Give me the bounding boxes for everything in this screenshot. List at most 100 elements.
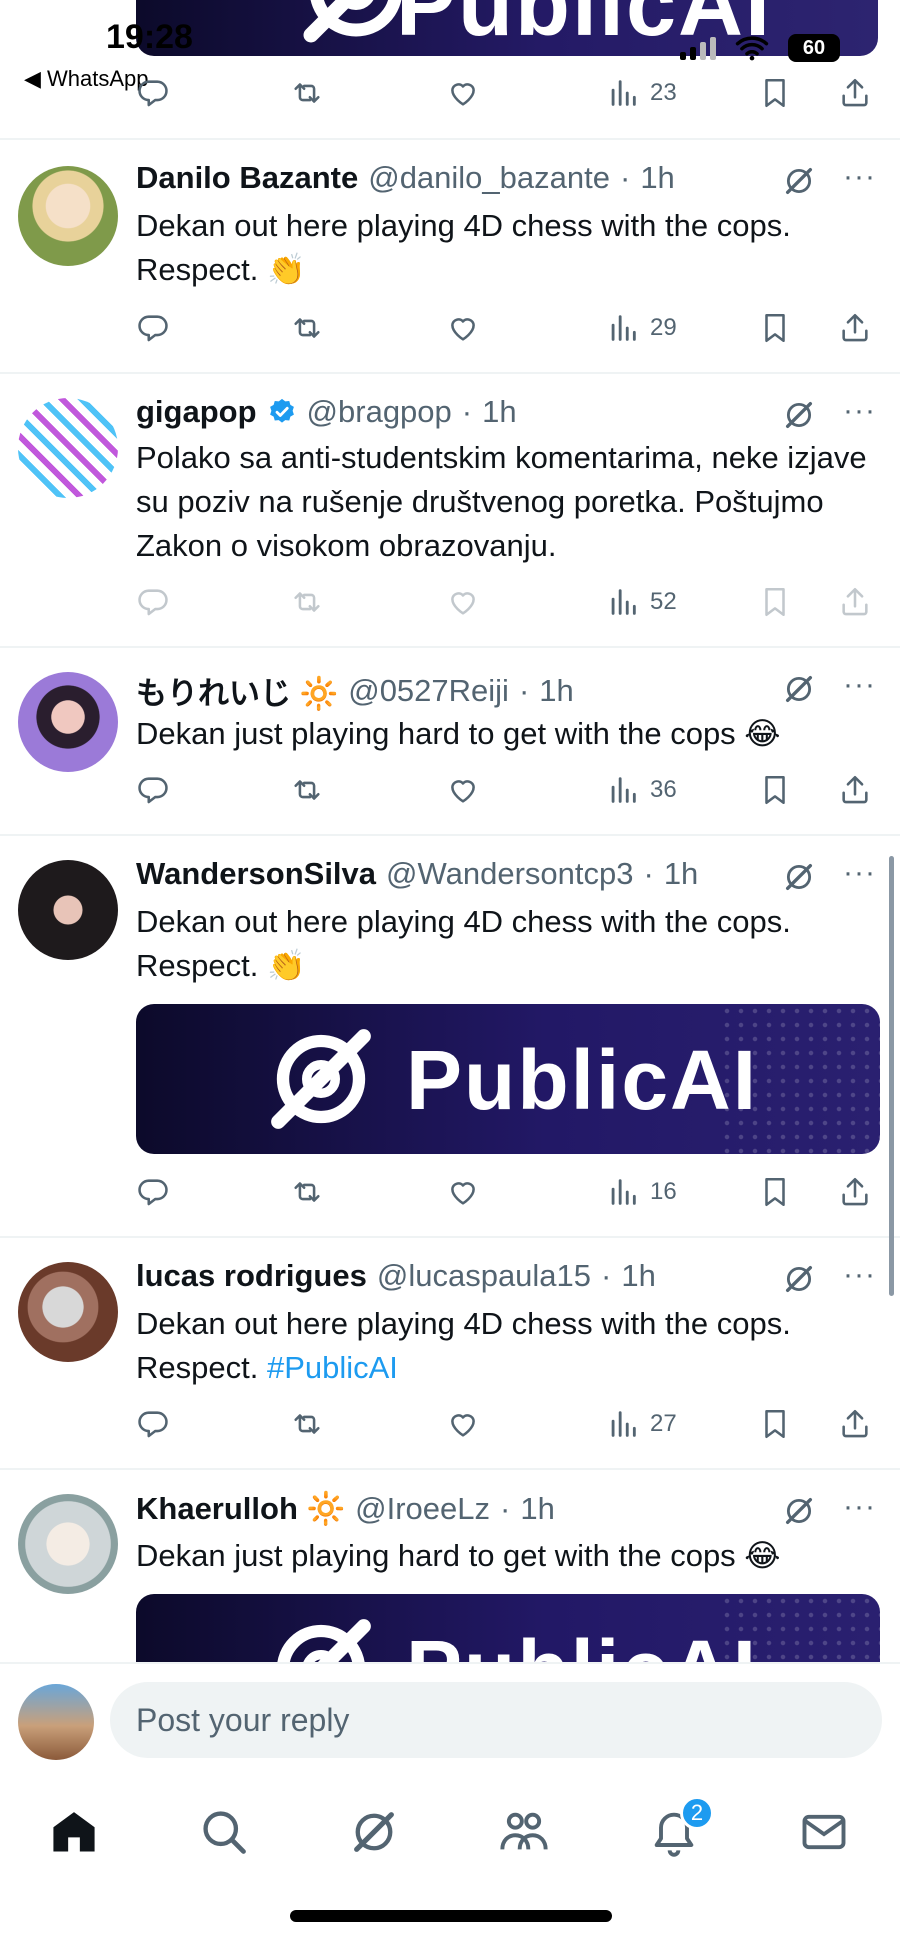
avatar[interactable]	[18, 1262, 118, 1362]
author-name[interactable]: WandersonSilva	[136, 856, 376, 892]
scrollbar[interactable]	[889, 856, 894, 1296]
retweet-button[interactable]	[290, 311, 324, 345]
hashtag-link[interactable]: #PublicAI	[267, 1350, 398, 1385]
grok-icon[interactable]	[782, 164, 816, 198]
author-name[interactable]: Danilo Bazante	[136, 160, 358, 196]
tab-grok[interactable]	[344, 1802, 404, 1862]
author-handle[interactable]: @IroeeLz	[355, 1491, 490, 1527]
timestamp[interactable]: 1h	[539, 673, 573, 709]
tweet[interactable]: Khaerulloh 🔆 @IroeeLz · 1h ··· Dekan jus…	[0, 1470, 900, 1662]
tweet-media-image[interactable]: PublicAI	[136, 1004, 880, 1154]
timestamp[interactable]: 1h	[520, 1491, 554, 1527]
author-name[interactable]: gigapop	[136, 394, 257, 430]
views-count: 36	[650, 776, 677, 803]
back-to-app-link[interactable]: ◀ WhatsApp	[24, 66, 149, 92]
more-options-button[interactable]: ···	[843, 160, 876, 194]
avatar[interactable]	[18, 672, 118, 772]
share-button[interactable]	[838, 773, 872, 807]
author-handle[interactable]: @danilo_bazante	[368, 160, 610, 196]
author-handle[interactable]: @0527Reiji	[348, 673, 509, 709]
bookmark-button[interactable]	[758, 1175, 792, 1209]
more-options-button[interactable]: ···	[843, 668, 876, 702]
bookmark-button[interactable]	[758, 76, 792, 110]
retweet-button[interactable]	[290, 76, 324, 110]
author-name[interactable]: もりれいじ 🔆	[136, 668, 338, 713]
views-button[interactable]: 36	[606, 773, 677, 807]
search-icon	[203, 1811, 246, 1854]
timestamp[interactable]: 1h	[482, 394, 516, 430]
author-handle[interactable]: @Wandersontcp3	[386, 856, 633, 892]
avatar[interactable]	[18, 1494, 118, 1594]
grok-icon[interactable]	[782, 860, 816, 894]
more-options-button[interactable]: ···	[843, 1490, 876, 1524]
heart-icon	[446, 76, 480, 110]
share-button[interactable]	[838, 1407, 872, 1441]
separator: ·	[643, 856, 654, 891]
like-button[interactable]	[446, 76, 480, 110]
retweet-button[interactable]	[290, 1407, 324, 1441]
reply-button[interactable]	[136, 1407, 170, 1441]
avatar[interactable]	[18, 860, 118, 960]
share-button	[838, 585, 872, 619]
timestamp[interactable]: 1h	[664, 856, 698, 892]
reply-icon	[136, 311, 170, 345]
tab-home[interactable]	[44, 1802, 104, 1862]
views-button[interactable]: 23	[606, 76, 677, 110]
tab-search[interactable]	[194, 1802, 254, 1862]
tweet-actions: 36	[136, 768, 876, 812]
reply-icon	[136, 773, 170, 807]
views-icon	[606, 1175, 640, 1209]
author-handle[interactable]: @bragpop	[307, 394, 452, 430]
bookmark-button[interactable]	[758, 311, 792, 345]
share-button[interactable]	[838, 76, 872, 110]
share-button[interactable]	[838, 1175, 872, 1209]
reply-input[interactable]: Post your reply	[110, 1682, 882, 1758]
like-button[interactable]	[446, 1407, 480, 1441]
user-avatar[interactable]	[18, 1684, 94, 1760]
like-button[interactable]	[446, 1175, 480, 1209]
grok-icon[interactable]	[782, 1262, 816, 1296]
notifications-badge: 2	[680, 1796, 714, 1830]
tweet-actions: 23	[136, 71, 876, 115]
share-button[interactable]	[838, 311, 872, 345]
more-options-button[interactable]: ···	[843, 856, 876, 890]
bookmark-button[interactable]	[758, 1407, 792, 1441]
tab-notifications[interactable]: 2	[644, 1796, 714, 1862]
tweet-actions: 52	[136, 580, 876, 624]
reply-button[interactable]	[136, 76, 170, 110]
author-name[interactable]: lucas rodrigues	[136, 1258, 367, 1294]
bookmark-icon	[758, 311, 792, 345]
retweet-button[interactable]	[290, 1175, 324, 1209]
retweet-button[interactable]	[290, 773, 324, 807]
grok-icon[interactable]	[782, 1494, 816, 1528]
reply-icon	[136, 1407, 170, 1441]
tab-messages[interactable]	[794, 1802, 854, 1862]
reply-button[interactable]	[136, 1175, 170, 1209]
reply-button[interactable]	[136, 773, 170, 807]
tweet-header: Khaerulloh 🔆 @IroeeLz · 1h	[136, 1490, 555, 1527]
author-handle[interactable]: @lucaspaula15	[377, 1258, 591, 1294]
bookmark-button[interactable]	[758, 773, 792, 807]
reply-button[interactable]	[136, 311, 170, 345]
more-options-button[interactable]: ···	[843, 394, 876, 428]
views-button[interactable]: 29	[606, 311, 677, 345]
tab-communities[interactable]	[494, 1802, 554, 1862]
like-button[interactable]	[446, 311, 480, 345]
communities-icon	[500, 1812, 548, 1850]
tweet-media-image[interactable]: PublicAI	[136, 1594, 880, 1662]
timestamp[interactable]: 1h	[621, 1258, 655, 1294]
author-name[interactable]: Khaerulloh 🔆	[136, 1490, 345, 1527]
heart-icon	[446, 1407, 480, 1441]
grok-icon[interactable]	[782, 398, 816, 432]
avatar[interactable]	[18, 398, 118, 498]
more-options-button[interactable]: ···	[843, 1258, 876, 1292]
avatar[interactable]	[18, 166, 118, 266]
grok-icon[interactable]	[782, 672, 816, 706]
timestamp[interactable]: 1h	[640, 160, 674, 196]
views-button[interactable]: 27	[606, 1407, 677, 1441]
like-button[interactable]	[446, 773, 480, 807]
views-button[interactable]: 52	[606, 585, 677, 619]
views-count: 52	[650, 588, 677, 615]
tweet-actions: 16	[136, 1170, 876, 1214]
views-button[interactable]: 16	[606, 1175, 677, 1209]
